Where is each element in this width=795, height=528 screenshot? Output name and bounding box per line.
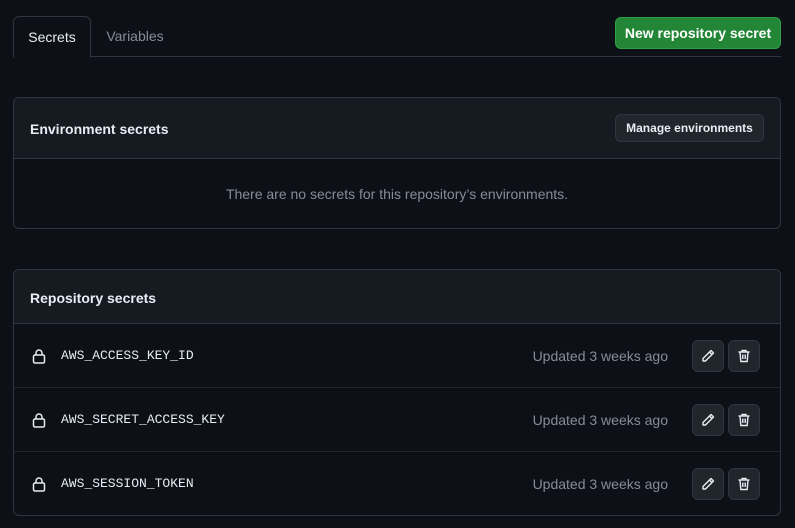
trash-icon [736, 476, 752, 492]
pencil-icon [700, 412, 716, 428]
tab-secrets[interactable]: Secrets [13, 16, 91, 58]
secret-updated: Updated 3 weeks ago [532, 412, 668, 428]
pencil-icon [700, 476, 716, 492]
lock-icon [32, 476, 46, 492]
delete-secret-button[interactable] [728, 468, 760, 500]
secret-name: AWS_SECRET_ACCESS_KEY [61, 412, 225, 427]
environment-secrets-panel: Environment secrets Manage environments … [13, 97, 781, 229]
empty-state-message: There are no secrets for this repository… [225, 186, 569, 202]
delete-secret-button[interactable] [728, 404, 760, 436]
trash-icon [736, 348, 752, 364]
repository-secrets-title: Repository secrets [30, 290, 157, 306]
trash-icon [736, 412, 752, 428]
secret-name: AWS_ACCESS_KEY_ID [61, 348, 194, 363]
lock-icon [32, 348, 46, 364]
secrets-settings-page: Secrets Variables New repository secret … [0, 0, 795, 528]
edit-secret-button[interactable] [692, 468, 724, 500]
repository-secrets-panel: Repository secrets AWS_ACCESS_KEY_ID Upd… [13, 269, 781, 516]
secret-updated: Updated 3 weeks ago [532, 348, 668, 364]
repository-secrets-header: Repository secrets [14, 270, 780, 324]
secret-name: AWS_SESSION_TOKEN [61, 476, 194, 491]
environment-secrets-title: Environment secrets [30, 121, 169, 137]
new-repository-secret-button[interactable]: New repository secret [615, 17, 781, 49]
secret-row: AWS_SESSION_TOKEN Updated 3 weeks ago [14, 452, 780, 515]
secret-updated: Updated 3 weeks ago [532, 476, 668, 492]
manage-environments-button[interactable]: Manage environments [615, 114, 764, 142]
pencil-icon [700, 348, 716, 364]
environment-secrets-header: Environment secrets Manage environments [14, 98, 780, 159]
edit-secret-button[interactable] [692, 404, 724, 436]
tab-variables[interactable]: Variables [95, 16, 175, 57]
delete-secret-button[interactable] [728, 340, 760, 372]
secret-row: AWS_SECRET_ACCESS_KEY Updated 3 weeks ag… [14, 388, 780, 452]
secret-row: AWS_ACCESS_KEY_ID Updated 3 weeks ago [14, 324, 780, 388]
lock-icon [32, 412, 46, 428]
edit-secret-button[interactable] [692, 340, 724, 372]
